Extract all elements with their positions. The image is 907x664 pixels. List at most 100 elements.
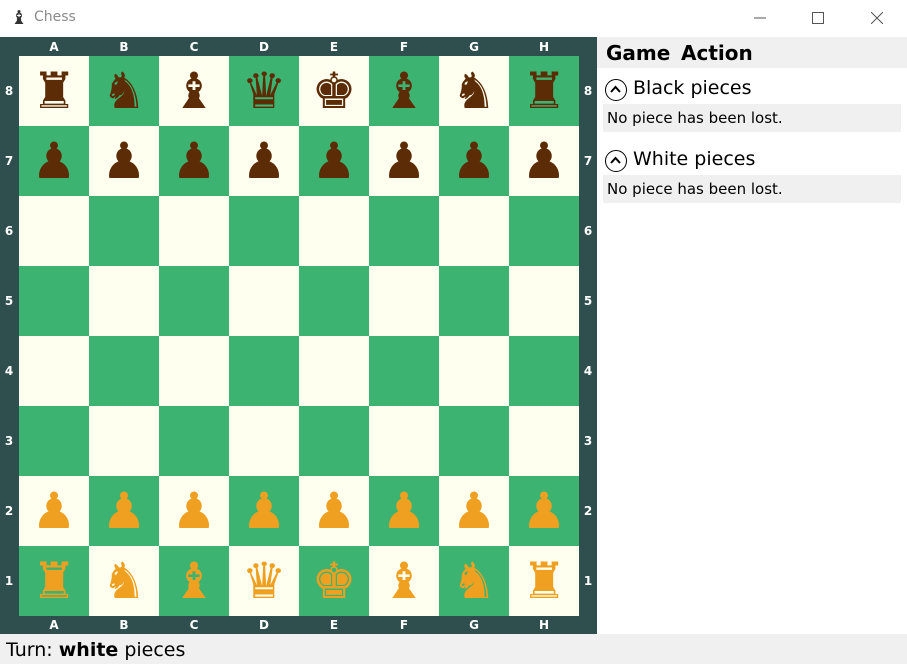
square-d6[interactable] [229, 196, 299, 266]
square-c6[interactable] [159, 196, 229, 266]
white-rook-icon[interactable]: ♜ [19, 546, 89, 616]
square-h8[interactable]: ♜ [509, 56, 579, 126]
black-king-icon[interactable]: ♚ [299, 56, 369, 126]
white-bishop-icon[interactable]: ♝ [159, 546, 229, 616]
square-f5[interactable] [369, 266, 439, 336]
black-rook-icon[interactable]: ♜ [509, 56, 579, 126]
square-h5[interactable] [509, 266, 579, 336]
white-queen-icon[interactable]: ♛ [229, 546, 299, 616]
white-pawn-icon[interactable]: ♟ [299, 476, 369, 546]
square-d2[interactable]: ♟ [229, 476, 299, 546]
white-pawn-icon[interactable]: ♟ [509, 476, 579, 546]
minimize-button[interactable] [731, 0, 789, 37]
square-a2[interactable]: ♟ [19, 476, 89, 546]
square-b8[interactable]: ♞ [89, 56, 159, 126]
square-c2[interactable]: ♟ [159, 476, 229, 546]
square-b4[interactable] [89, 336, 159, 406]
black-pawn-icon[interactable]: ♟ [509, 126, 579, 196]
square-g7[interactable]: ♟ [439, 126, 509, 196]
square-b2[interactable]: ♟ [89, 476, 159, 546]
white-knight-icon[interactable]: ♞ [439, 546, 509, 616]
square-f3[interactable] [369, 406, 439, 476]
square-e2[interactable]: ♟ [299, 476, 369, 546]
square-g4[interactable] [439, 336, 509, 406]
square-h6[interactable] [509, 196, 579, 266]
square-g6[interactable] [439, 196, 509, 266]
square-e5[interactable] [299, 266, 369, 336]
black-pawn-icon[interactable]: ♟ [19, 126, 89, 196]
black-bishop-icon[interactable]: ♝ [369, 56, 439, 126]
square-e8[interactable]: ♚ [299, 56, 369, 126]
black-knight-icon[interactable]: ♞ [439, 56, 509, 126]
square-b3[interactable] [89, 406, 159, 476]
square-b5[interactable] [89, 266, 159, 336]
square-g3[interactable] [439, 406, 509, 476]
black-queen-icon[interactable]: ♛ [229, 56, 299, 126]
square-e6[interactable] [299, 196, 369, 266]
white-rook-icon[interactable]: ♜ [509, 546, 579, 616]
square-h4[interactable] [509, 336, 579, 406]
square-h7[interactable]: ♟ [509, 126, 579, 196]
collapse-white-button[interactable] [605, 150, 627, 172]
square-a7[interactable]: ♟ [19, 126, 89, 196]
square-d1[interactable]: ♛ [229, 546, 299, 616]
white-pawn-icon[interactable]: ♟ [369, 476, 439, 546]
maximize-button[interactable] [789, 0, 847, 37]
square-a8[interactable]: ♜ [19, 56, 89, 126]
square-d4[interactable] [229, 336, 299, 406]
square-g5[interactable] [439, 266, 509, 336]
white-pawn-icon[interactable]: ♟ [19, 476, 89, 546]
white-king-icon[interactable]: ♚ [299, 546, 369, 616]
square-f6[interactable] [369, 196, 439, 266]
menu-game[interactable]: Game [606, 41, 670, 65]
square-c8[interactable]: ♝ [159, 56, 229, 126]
square-c5[interactable] [159, 266, 229, 336]
square-b1[interactable]: ♞ [89, 546, 159, 616]
square-f7[interactable]: ♟ [369, 126, 439, 196]
white-bishop-icon[interactable]: ♝ [369, 546, 439, 616]
square-g1[interactable]: ♞ [439, 546, 509, 616]
white-pawn-icon[interactable]: ♟ [159, 476, 229, 546]
square-h3[interactable] [509, 406, 579, 476]
square-b6[interactable] [89, 196, 159, 266]
white-pawn-icon[interactable]: ♟ [89, 476, 159, 546]
white-pawn-icon[interactable]: ♟ [439, 476, 509, 546]
black-pawn-icon[interactable]: ♟ [439, 126, 509, 196]
square-c3[interactable] [159, 406, 229, 476]
square-e7[interactable]: ♟ [299, 126, 369, 196]
square-a3[interactable] [19, 406, 89, 476]
black-pawn-icon[interactable]: ♟ [89, 126, 159, 196]
black-bishop-icon[interactable]: ♝ [159, 56, 229, 126]
square-e4[interactable] [299, 336, 369, 406]
black-pawn-icon[interactable]: ♟ [369, 126, 439, 196]
black-pawn-icon[interactable]: ♟ [299, 126, 369, 196]
square-c1[interactable]: ♝ [159, 546, 229, 616]
square-g8[interactable]: ♞ [439, 56, 509, 126]
square-f8[interactable]: ♝ [369, 56, 439, 126]
black-pawn-icon[interactable]: ♟ [229, 126, 299, 196]
square-b7[interactable]: ♟ [89, 126, 159, 196]
white-pawn-icon[interactable]: ♟ [229, 476, 299, 546]
square-d3[interactable] [229, 406, 299, 476]
square-d5[interactable] [229, 266, 299, 336]
black-rook-icon[interactable]: ♜ [19, 56, 89, 126]
square-e1[interactable]: ♚ [299, 546, 369, 616]
square-g2[interactable]: ♟ [439, 476, 509, 546]
black-pawn-icon[interactable]: ♟ [159, 126, 229, 196]
square-a1[interactable]: ♜ [19, 546, 89, 616]
close-window-button[interactable] [848, 0, 906, 37]
square-f4[interactable] [369, 336, 439, 406]
square-e3[interactable] [299, 406, 369, 476]
collapse-black-button[interactable] [605, 79, 627, 101]
square-c7[interactable]: ♟ [159, 126, 229, 196]
square-h2[interactable]: ♟ [509, 476, 579, 546]
square-a4[interactable] [19, 336, 89, 406]
square-f1[interactable]: ♝ [369, 546, 439, 616]
square-a5[interactable] [19, 266, 89, 336]
square-f2[interactable]: ♟ [369, 476, 439, 546]
menu-action[interactable]: Action [681, 41, 753, 65]
white-knight-icon[interactable]: ♞ [89, 546, 159, 616]
square-d8[interactable]: ♛ [229, 56, 299, 126]
square-a6[interactable] [19, 196, 89, 266]
square-c4[interactable] [159, 336, 229, 406]
